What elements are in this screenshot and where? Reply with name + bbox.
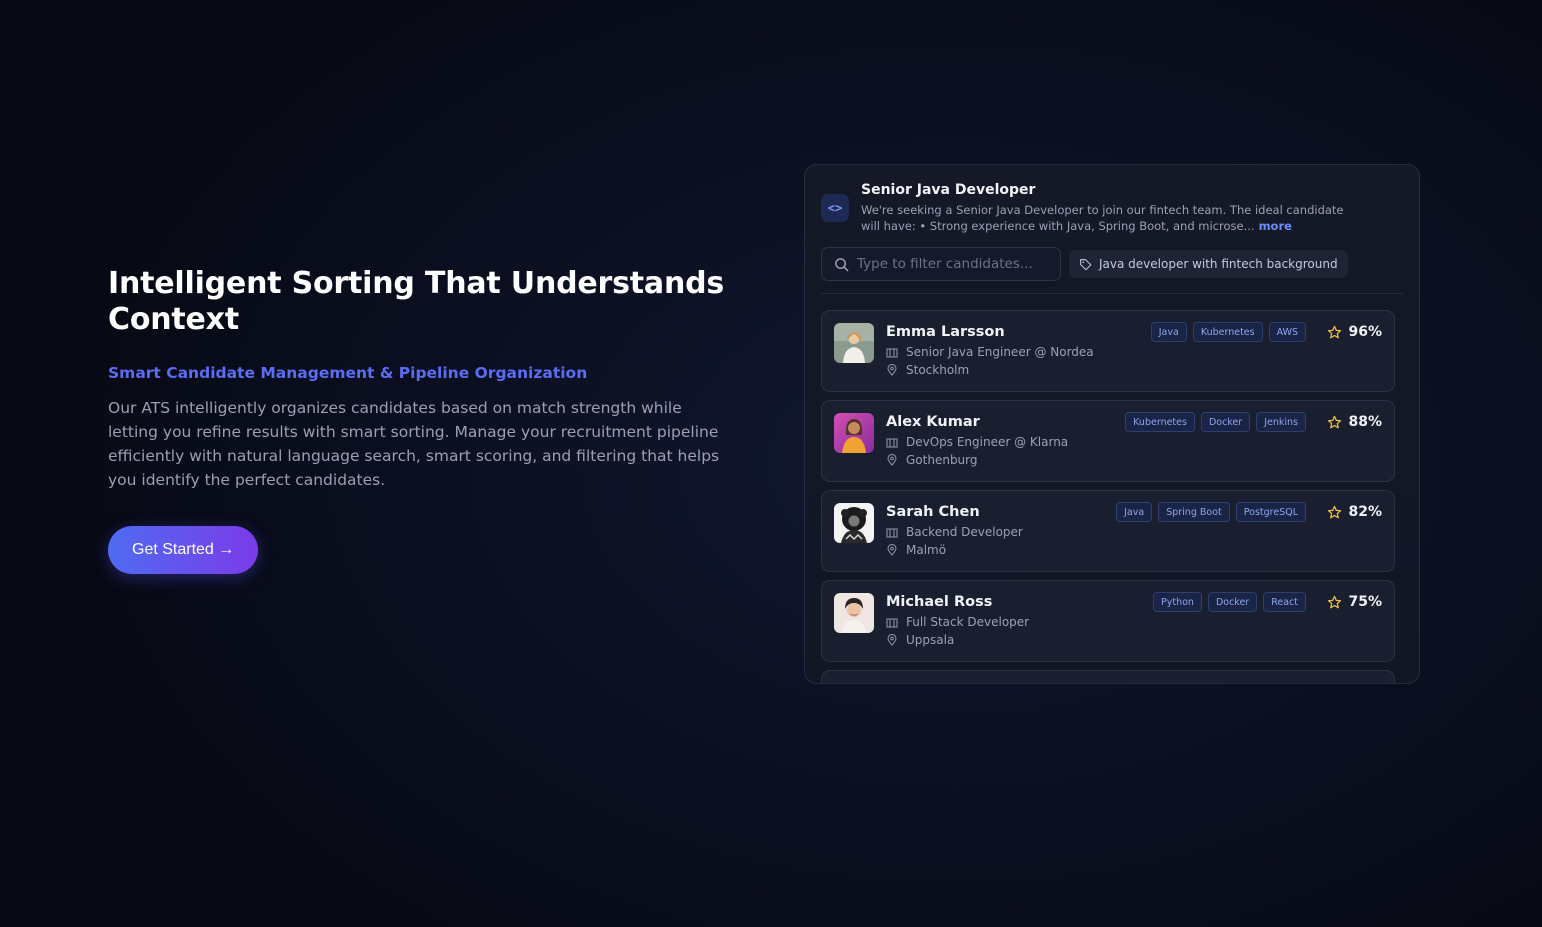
tag-icon [1080,258,1092,270]
candidate-card-partial[interactable] [821,670,1395,683]
location-pin-icon [887,634,897,646]
candidate-name: Sarah Chen [886,504,980,520]
candidate-name: Michael Ross [886,594,993,610]
match-score-value: 96% [1348,324,1382,340]
job-header: <> Senior Java Developer We're seeking a… [821,182,1403,234]
building-icon [886,618,898,628]
match-score: 88% [1327,414,1382,430]
skill-tag: Kubernetes [1192,322,1263,342]
search-input[interactable] [857,256,1037,272]
code-icon: <> [821,194,849,222]
skill-tags: Python Docker React [1153,592,1306,612]
query-tag-label: Java developer with fintech background [1099,257,1338,271]
candidate-role: DevOps Engineer @ Klarna [886,435,1068,449]
get-started-button[interactable]: Get Started → [108,526,259,574]
skill-tag: Kubernetes [1125,412,1195,432]
job-title: Senior Java Developer [861,182,1036,198]
candidate-location: Malmö [886,543,946,557]
candidate-role: Full Stack Developer [886,615,1029,629]
skill-tags: Java Kubernetes AWS [1150,322,1306,342]
match-score-value: 82% [1348,504,1382,520]
building-icon [886,528,898,538]
job-info: Senior Java Developer We're seeking a Se… [861,182,1361,234]
hero-description: Our ATS intelligently organizes candidat… [108,399,720,489]
filter-bar: Java developer with fintech background [821,247,1403,281]
candidate-location-text: Stockholm [906,363,970,377]
skill-tag: AWS [1268,322,1306,342]
hero-title: Intelligent Sorting That Understands Con… [108,266,725,337]
match-score: 82% [1327,504,1382,520]
skill-tag: Spring Boot [1158,502,1230,522]
avatar [834,323,874,363]
divider [821,293,1403,294]
match-score: 96% [1327,324,1382,340]
star-icon[interactable] [1327,415,1342,430]
star-icon[interactable] [1327,505,1342,520]
avatar [834,503,874,543]
candidate-card[interactable]: Sarah Chen Backend Developer Malmö Java … [821,490,1395,572]
skill-tag: PostgreSQL [1235,502,1306,522]
hero-section: Intelligent Sorting That Understands Con… [108,266,748,574]
candidate-name: Alex Kumar [886,414,980,430]
candidate-location: Gothenburg [886,453,978,467]
avatar [834,413,874,453]
skill-tag: Docker [1207,592,1258,612]
candidate-location: Stockholm [886,363,969,377]
building-icon [886,438,898,448]
avatar [834,593,874,633]
skill-tag: Docker [1200,412,1251,432]
query-tag-chip[interactable]: Java developer with fintech background [1069,250,1348,278]
candidate-list[interactable]: Emma Larsson Senior Java Engineer @ Nord… [821,310,1395,683]
candidate-card[interactable]: Alex Kumar DevOps Engineer @ Klarna Goth… [821,400,1395,482]
star-icon[interactable] [1327,595,1342,610]
candidate-role: Senior Java Engineer @ Nordea [886,345,1094,359]
location-pin-icon [887,544,897,556]
building-icon [886,348,898,358]
match-score: 75% [1327,594,1382,610]
skill-tag: Java [1116,502,1153,522]
skill-tags: Java Spring Boot PostgreSQL [1116,502,1306,522]
candidate-role-text: Full Stack Developer [906,615,1030,629]
candidate-name: Emma Larsson [886,324,1005,340]
candidate-location: Uppsala [886,633,954,647]
search-box[interactable] [821,247,1061,281]
star-icon[interactable] [1327,325,1342,340]
candidate-role-text: Senior Java Engineer @ Nordea [906,345,1094,359]
candidate-location-text: Uppsala [906,633,955,647]
candidate-card[interactable]: Emma Larsson Senior Java Engineer @ Nord… [821,310,1395,392]
skill-tag: Java [1150,322,1187,342]
match-score-value: 88% [1348,414,1382,430]
search-icon [835,257,849,271]
candidate-location-text: Malmö [906,543,947,557]
location-pin-icon [887,454,897,466]
candidate-location-text: Gothenburg [906,453,978,467]
candidate-role: Backend Developer [886,525,1023,539]
hero-subtitle: Smart Candidate Management & Pipeline Or… [108,364,588,382]
location-pin-icon [887,364,897,376]
candidate-role-text: DevOps Engineer @ Klarna [906,435,1069,449]
candidate-role-text: Backend Developer [906,525,1023,539]
skill-tag: Python [1153,592,1202,612]
skill-tag: React [1263,592,1306,612]
job-description: We're seeking a Senior Java Developer to… [861,202,1361,234]
more-link[interactable]: more [1259,219,1292,233]
skill-tag: Jenkins [1256,412,1306,432]
match-score-value: 75% [1348,594,1382,610]
candidate-card[interactable]: Michael Ross Full Stack Developer Uppsal… [821,580,1395,662]
candidate-panel: <> Senior Java Developer We're seeking a… [804,164,1420,684]
skill-tags: Kubernetes Docker Jenkins [1125,412,1306,432]
